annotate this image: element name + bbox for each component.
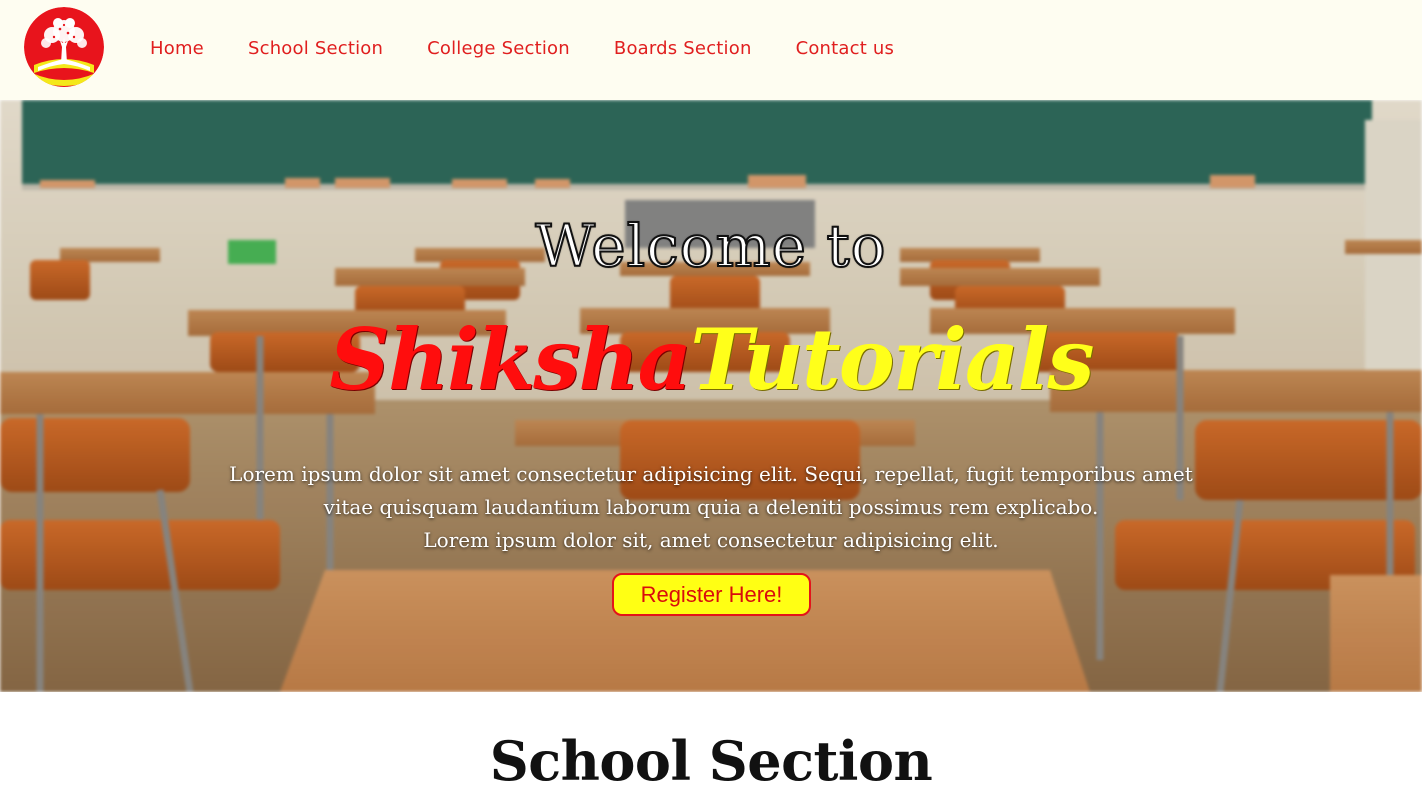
welcome-heading: Welcome to bbox=[534, 211, 887, 281]
school-section-heading: School Section bbox=[489, 729, 933, 793]
nav-link-home[interactable]: Home bbox=[150, 38, 204, 59]
nav-link-boards-section[interactable]: Boards Section bbox=[614, 38, 752, 59]
hero-section: Welcome to ShikshaTutorials Lorem ipsum … bbox=[0, 100, 1422, 692]
brand-title: ShikshaTutorials bbox=[0, 318, 1422, 402]
nav-link-school-section[interactable]: School Section bbox=[248, 38, 383, 59]
tree-book-logo-icon[interactable] bbox=[24, 7, 104, 87]
register-button[interactable]: Register Here! bbox=[612, 573, 811, 616]
navbar: Home School Section College Section Boar… bbox=[0, 0, 1422, 100]
nav-link-contact-us[interactable]: Contact us bbox=[796, 38, 895, 59]
nav-link-college-section[interactable]: College Section bbox=[427, 38, 570, 59]
hero-content: Welcome to ShikshaTutorials Lorem ipsum … bbox=[0, 100, 1422, 692]
brand-title-tutorials: Tutorials bbox=[690, 310, 1094, 409]
tagline-line-3: Lorem ipsum dolor sit, amet consectetur … bbox=[423, 528, 999, 552]
tagline-line-1: Lorem ipsum dolor sit amet consectetur a… bbox=[229, 462, 1193, 486]
hero-tagline: Lorem ipsum dolor sit amet consectetur a… bbox=[200, 458, 1222, 557]
brand-title-shiksha: Shiksha bbox=[329, 310, 692, 409]
tagline-line-2: vitae quisquam laudantium laborum quia a… bbox=[323, 495, 1099, 519]
main-nav: Home School Section College Section Boar… bbox=[150, 38, 938, 59]
